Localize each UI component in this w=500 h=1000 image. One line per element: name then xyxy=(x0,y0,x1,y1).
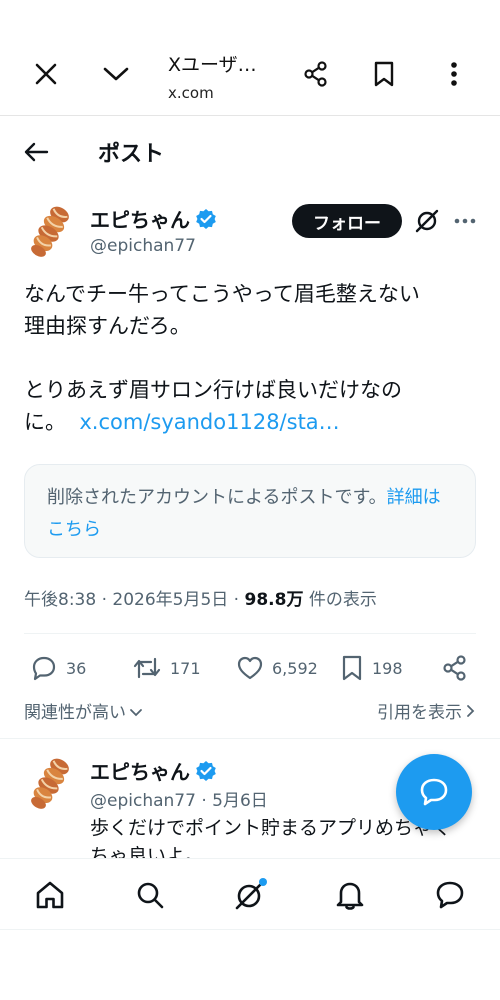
chevron-down-icon[interactable] xyxy=(92,50,140,98)
share-icon xyxy=(443,655,466,681)
sort-label: 関連性が高い xyxy=(24,703,126,723)
view-quotes-label: 引用を表示 xyxy=(377,703,462,723)
bookmark-count: 198 xyxy=(372,658,403,678)
share-button[interactable] xyxy=(441,650,469,686)
divider xyxy=(24,633,476,634)
post-meta: 午後8:38 · 2026年5月5日 · 98.8万 件の表示 xyxy=(24,585,377,610)
divider xyxy=(0,738,500,739)
post-body: なんでチー牛ってこうやって眉毛整えない 理由探すんだろ。とりあえず眉サロン行けば良… xyxy=(24,278,480,438)
repost-count: 171 xyxy=(170,658,201,678)
share-icon[interactable] xyxy=(292,50,340,98)
view-quotes-link[interactable]: 引用を表示 xyxy=(377,698,476,723)
page-header: ポスト xyxy=(0,124,500,180)
repost-icon xyxy=(133,657,161,679)
bookmark-icon[interactable] xyxy=(360,50,408,98)
post-text-line: とりあえず眉サロン行けば良いだけなの xyxy=(24,378,402,402)
notifications-icon[interactable] xyxy=(328,873,372,917)
browser-title: Xユーザ… xyxy=(168,54,257,76)
like-count: 6,592 xyxy=(272,658,318,678)
post-timestamp[interactable]: 午後8:38 · 2026年5月5日 · xyxy=(24,590,245,610)
browser-toolbar: Xユーザ… x.com xyxy=(0,0,500,116)
views-count: 98.8万 xyxy=(244,590,304,610)
page-title: ポスト xyxy=(98,142,165,167)
post-text-line: に。 xyxy=(24,410,66,434)
reply-author-name[interactable]: エピちゃん xyxy=(90,756,190,785)
messages-icon[interactable] xyxy=(428,873,472,917)
like-button[interactable]: 6,592 xyxy=(236,650,318,686)
sort-dropdown[interactable]: 関連性が高い xyxy=(24,698,143,723)
reply-avatar[interactable] xyxy=(26,754,74,812)
close-icon[interactable] xyxy=(22,50,70,98)
author-handle[interactable]: @epichan77 xyxy=(90,236,196,256)
bookmark-icon xyxy=(342,655,362,681)
repost-button[interactable]: 171 xyxy=(132,650,201,686)
more-vertical-icon[interactable] xyxy=(430,50,478,98)
more-horizontal-icon[interactable] xyxy=(450,206,480,236)
browser-url[interactable]: x.com xyxy=(168,84,214,102)
bottom-navigation xyxy=(0,858,500,930)
verified-badge-icon xyxy=(195,760,217,782)
grok-icon[interactable] xyxy=(228,873,272,917)
reply-author-handle: @epichan77 · 5月6日 xyxy=(90,786,268,811)
search-icon[interactable] xyxy=(128,873,172,917)
chevron-right-icon xyxy=(467,705,475,717)
arrow-left-icon[interactable] xyxy=(14,130,58,174)
heart-icon xyxy=(237,656,263,680)
notice-text: 削除されたアカウントによるポストです。 xyxy=(47,487,387,508)
compose-reply-button[interactable] xyxy=(396,754,472,830)
reply-handle[interactable]: @epichan77 xyxy=(90,791,196,811)
follow-button[interactable]: フォロー xyxy=(292,204,402,238)
post-text-line: 理由探すんだろ。 xyxy=(24,314,191,338)
post-text-line: なんでチー牛ってこうやって眉毛整えない xyxy=(24,282,420,306)
views-label: 件の表示 xyxy=(303,590,377,610)
avatar[interactable] xyxy=(26,202,74,260)
reply-date[interactable]: · 5月6日 xyxy=(201,791,267,811)
bookmark-button[interactable]: 198 xyxy=(340,650,403,686)
post-link[interactable]: x.com/syando1128/sta… xyxy=(79,410,339,434)
reply-button[interactable]: 36 xyxy=(30,650,86,686)
reply-count: 36 xyxy=(66,658,87,678)
author-name[interactable]: エピちゃん xyxy=(90,204,190,233)
verified-badge-icon xyxy=(195,208,217,230)
post-actions: 36 171 6,592 198 xyxy=(0,650,500,686)
reply-sort-row: 関連性が高い 引用を表示 xyxy=(24,698,476,726)
notification-dot xyxy=(259,878,267,886)
home-icon[interactable] xyxy=(28,873,72,917)
quoted-post-notice: 削除されたアカウントによるポストです。詳細はこちら xyxy=(24,464,476,558)
chat-bubble-icon xyxy=(420,778,448,806)
reply-icon xyxy=(32,656,56,681)
chevron-down-icon xyxy=(130,709,142,717)
grok-icon[interactable] xyxy=(412,206,442,236)
